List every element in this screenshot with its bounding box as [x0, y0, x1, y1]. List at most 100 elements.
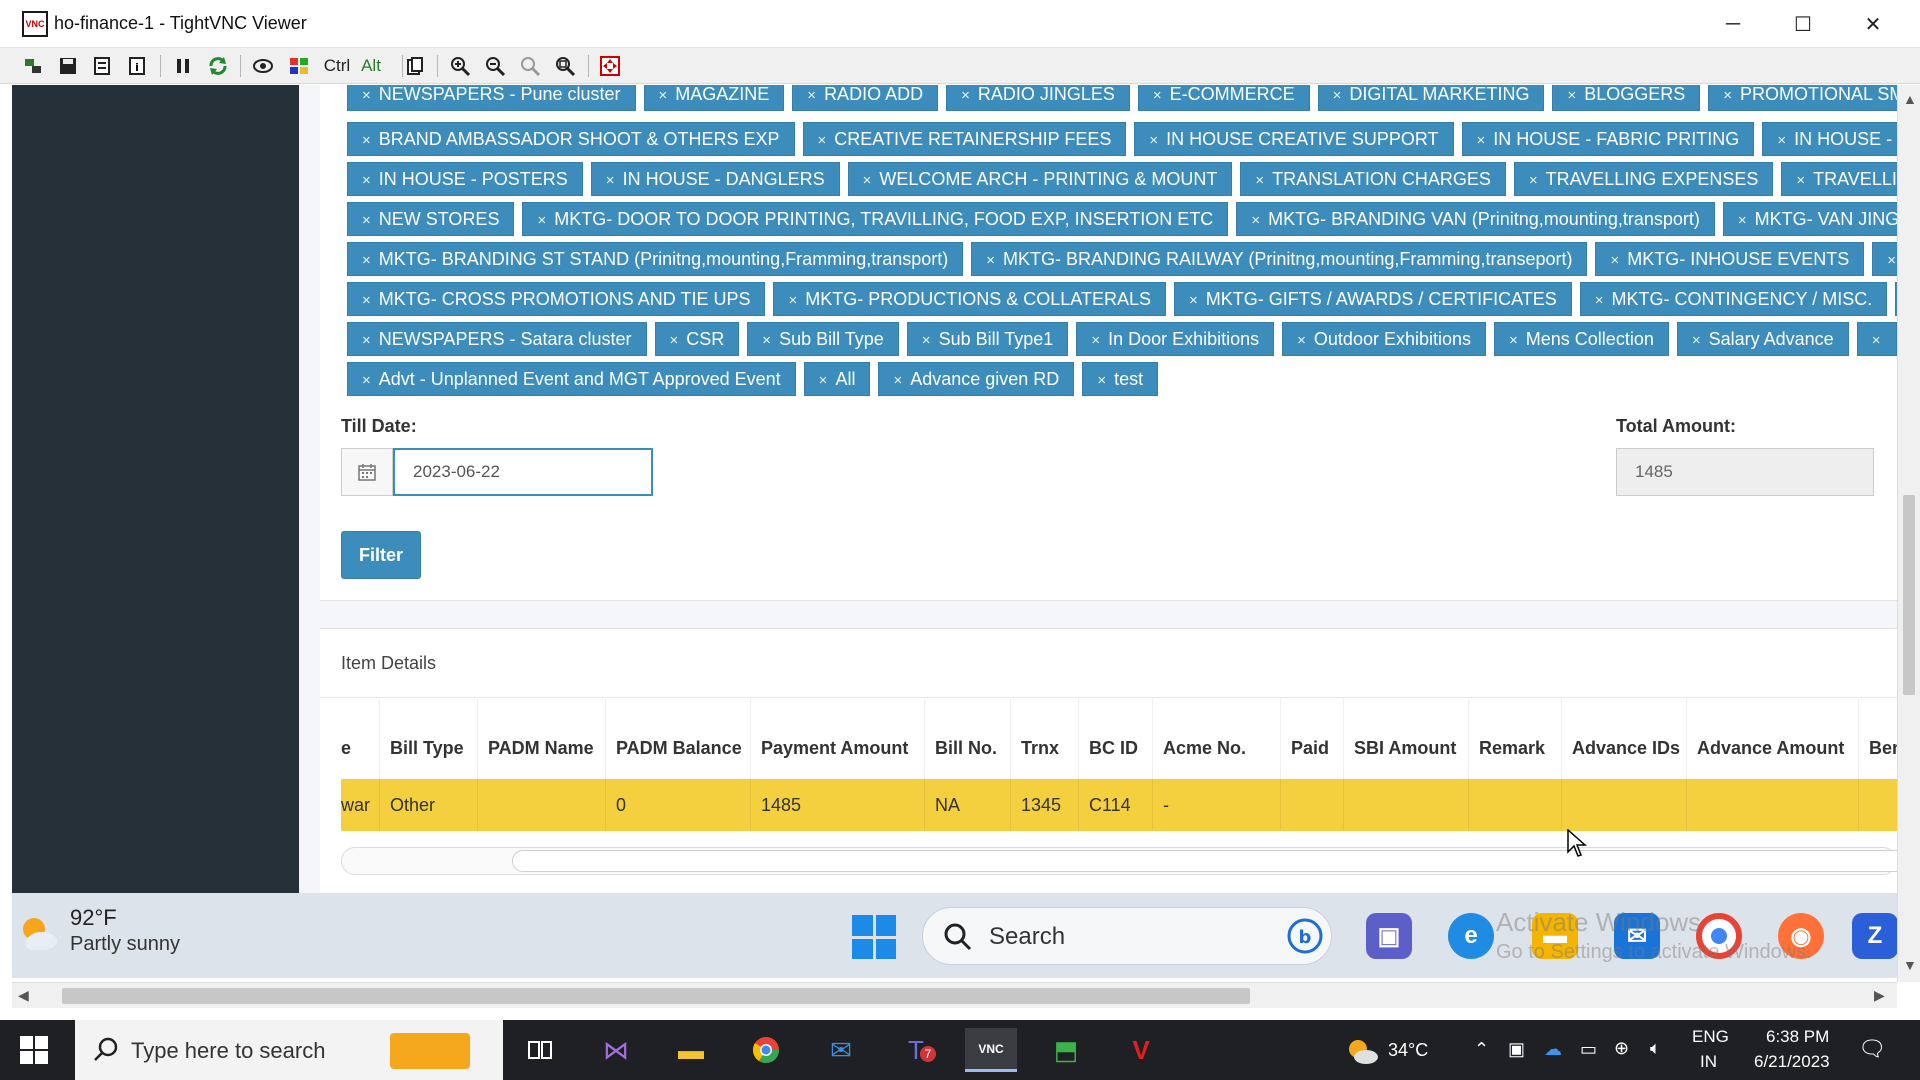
- save-icon[interactable]: [55, 53, 81, 79]
- tag-remove-icon[interactable]: ×: [863, 172, 872, 189]
- tag-remove-icon[interactable]: ×: [1692, 332, 1701, 349]
- column-header[interactable]: PADM Balance: [605, 697, 750, 779]
- column-header[interactable]: Remark: [1468, 697, 1561, 779]
- selected-bill-type-tag[interactable]: × TRAVELLING EXPENS: [1781, 162, 1897, 196]
- selected-bill-type-tag[interactable]: × test: [1082, 362, 1159, 396]
- host-weather-temp[interactable]: 34°C: [1388, 1040, 1428, 1061]
- tag-remove-icon[interactable]: ×: [807, 87, 816, 104]
- file-explorer-icon[interactable]: ▬: [665, 1028, 717, 1072]
- tag-remove-icon[interactable]: ×: [1189, 292, 1198, 309]
- selected-bill-type-tag[interactable]: ×: [1856, 322, 1897, 356]
- column-header[interactable]: Acme No.: [1152, 697, 1280, 779]
- selected-bill-type-tag[interactable]: × NEWSPAPERS - Pune cluster: [347, 85, 636, 111]
- tag-remove-icon[interactable]: ×: [961, 87, 970, 104]
- scroll-down-arrow-icon[interactable]: ▼: [1903, 957, 1917, 973]
- selected-bill-type-tag[interactable]: × CREATIVE RETAINERSHIP FEES: [802, 122, 1127, 156]
- windows-start-icon[interactable]: [852, 915, 896, 959]
- task-view-icon[interactable]: [514, 1028, 566, 1072]
- tag-remove-icon[interactable]: ×: [1091, 332, 1100, 349]
- scroll-up-arrow-icon[interactable]: ▲: [1903, 91, 1917, 107]
- ctrl-esc-icon[interactable]: [286, 53, 312, 79]
- tag-remove-icon[interactable]: ×: [819, 372, 828, 389]
- viewer-vertical-thumb[interactable]: [1903, 495, 1915, 695]
- selected-bill-type-tag[interactable]: × MKTG- INHOUSE EVENTS: [1595, 242, 1865, 276]
- selected-bill-type-tag[interactable]: × Outdoor Exhibitions: [1282, 322, 1487, 356]
- selected-bill-type-tag[interactable]: × Advance given RD: [878, 362, 1075, 396]
- close-button[interactable]: ✕: [1838, 0, 1908, 48]
- remote-screen[interactable]: × NEWSPAPERS - Pune cluster × MAGAZINE × RADI…: [12, 85, 1897, 978]
- tag-remove-icon[interactable]: ×: [1723, 87, 1732, 104]
- ctrl-key-button[interactable]: Ctrl: [320, 53, 354, 79]
- tag-remove-icon[interactable]: ×: [986, 252, 995, 269]
- selected-bill-type-tag[interactable]: × MKTG- BRANDING ST STAND (Prinitng,mount…: [347, 242, 964, 276]
- clipboard-icon[interactable]: [402, 53, 428, 79]
- tag-remove-icon[interactable]: ×: [893, 372, 902, 389]
- meet-now-icon[interactable]: ▣: [1508, 1039, 1525, 1060]
- column-header[interactable]: PADM Name: [477, 697, 605, 779]
- table-scroll-thumb[interactable]: [512, 850, 1897, 872]
- selected-bill-type-tag[interactable]: × MKTG- CROSS PROMOTIONS AND TIE UPS: [347, 282, 766, 316]
- selected-bill-type-tag[interactable]: × PROMOTIONAL SMS: [1708, 85, 1897, 111]
- tag-remove-icon[interactable]: ×: [818, 132, 827, 149]
- ctrl-alt-del-icon[interactable]: [250, 53, 276, 79]
- tag-remove-icon[interactable]: ×: [362, 132, 371, 149]
- fullscreen-icon[interactable]: [597, 53, 623, 79]
- tag-remove-icon[interactable]: ×: [362, 172, 371, 189]
- selected-bill-type-tag[interactable]: × In Door Exhibitions: [1076, 322, 1275, 356]
- zoom-out-icon[interactable]: [482, 53, 508, 79]
- weather-icon[interactable]: [1345, 1036, 1379, 1066]
- column-header[interactable]: Paid: [1280, 697, 1343, 779]
- selected-bill-type-tag[interactable]: × Sub Bill Type1: [906, 322, 1069, 356]
- column-header[interactable]: Bill Type: [379, 697, 477, 779]
- selected-bill-type-tag[interactable]: × MKTG- BRANDING RAILWAY (Prinitng,mounti…: [971, 242, 1588, 276]
- selected-bill-type-tag[interactable]: × MKTG- DOOR TO DOOR PRINTING, TRAVILLING…: [522, 202, 1229, 236]
- language-indicator[interactable]: ENG: [1692, 1027, 1729, 1047]
- scroll-left-arrow-icon[interactable]: ◀: [18, 987, 29, 1004]
- selected-bill-type-tag[interactable]: × CSR: [654, 322, 740, 356]
- tag-remove-icon[interactable]: ×: [788, 292, 797, 309]
- selected-bill-type-tag[interactable]: × NEW STORES: [347, 202, 515, 236]
- selected-bill-type-tag[interactable]: × IN HOUSE - FABRIC PRITING: [1461, 122, 1755, 156]
- viewer-horizontal-scrollbar[interactable]: ◀ ▶: [12, 982, 1897, 1008]
- tag-remove-icon[interactable]: ×: [1777, 132, 1786, 149]
- selected-bill-type-tag[interactable]: × IN HOUSE - POSTERS: [347, 162, 583, 196]
- tag-remove-icon[interactable]: ×: [1153, 87, 1162, 104]
- alt-key-button[interactable]: Alt: [356, 53, 386, 79]
- selected-bill-type-tag[interactable]: × MKTG- BRANDING VAN (Prinitng,mounting,t…: [1236, 202, 1715, 236]
- tag-remove-icon[interactable]: ×: [1872, 332, 1881, 349]
- volume-icon[interactable]: 🔈︎: [1650, 1038, 1661, 1059]
- antivirus-icon[interactable]: V: [1115, 1028, 1167, 1072]
- tray-chevron-up-icon[interactable]: ⌃: [1474, 1039, 1489, 1060]
- maximize-button[interactable]: ☐: [1768, 0, 1838, 48]
- column-header[interactable]: Advance IDs: [1561, 697, 1686, 779]
- tag-remove-icon[interactable]: ×: [1149, 132, 1158, 149]
- selected-bill-type-tag[interactable]: × E-COMMERCE: [1137, 85, 1310, 111]
- selected-bill-type-tag[interactable]: × Advt - Unplanned Event and MGT Approved…: [347, 362, 796, 396]
- tag-remove-icon[interactable]: ×: [1738, 212, 1747, 229]
- refresh-icon[interactable]: [205, 53, 231, 79]
- selected-bill-type-tag[interactable]: × All: [803, 362, 871, 396]
- tag-remove-icon[interactable]: ×: [1610, 252, 1619, 269]
- new-connection-icon[interactable]: [20, 53, 46, 79]
- table-row[interactable]: war Other 0 1485 NA 1345 C114-: [341, 779, 1897, 831]
- selected-bill-type-tag[interactable]: × Sub Bill Type: [747, 322, 899, 356]
- tag-remove-icon[interactable]: ×: [1255, 172, 1264, 189]
- tag-remove-icon[interactable]: ×: [1887, 252, 1896, 269]
- viewer-vertical-scrollbar[interactable]: ▲ ▼: [1897, 85, 1920, 982]
- tag-remove-icon[interactable]: ×: [1509, 332, 1518, 349]
- mail-icon[interactable]: ✉: [815, 1028, 867, 1072]
- selected-bill-type-tag[interactable]: × MKTG- VAN JINGLE: [1722, 202, 1897, 236]
- tag-remove-icon[interactable]: ×: [659, 87, 668, 104]
- language-region[interactable]: IN: [1700, 1052, 1717, 1072]
- viewer-horizontal-thumb[interactable]: [62, 988, 1250, 1004]
- info-icon[interactable]: i: [124, 53, 150, 79]
- column-header[interactable]: Trnx: [1010, 697, 1078, 779]
- selected-bill-type-tag[interactable]: × Salary Advance: [1676, 322, 1849, 356]
- selected-bill-type-tag[interactable]: ×: [1872, 242, 1897, 276]
- column-header[interactable]: Bill No.: [924, 697, 1010, 779]
- tag-remove-icon[interactable]: ×: [362, 332, 371, 349]
- scroll-right-arrow-icon[interactable]: ▶: [1874, 987, 1885, 1004]
- column-header[interactable]: e: [341, 697, 379, 779]
- selected-bill-type-tag[interactable]: × RADIO ADD: [792, 85, 939, 111]
- zoom-100-icon[interactable]: [517, 53, 543, 79]
